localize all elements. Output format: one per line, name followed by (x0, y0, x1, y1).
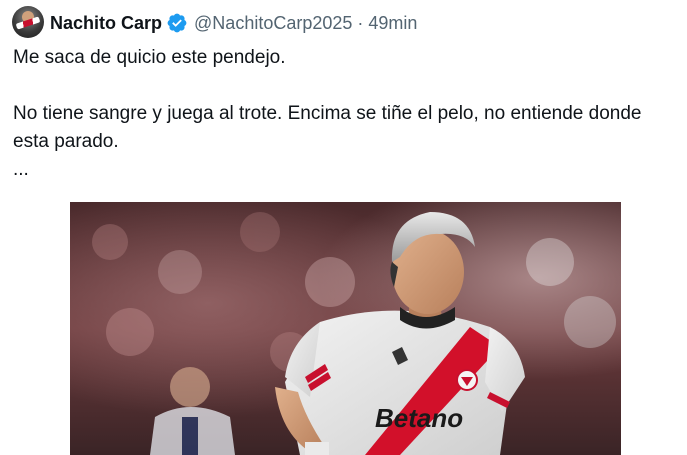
football-player-photo: Betano (70, 202, 621, 455)
tweet-line-1: Me saca de quicio este pendejo. (13, 47, 286, 68)
tweet-photo[interactable]: Betano (70, 202, 621, 455)
tweet-header: Nachito Carp @NachitoCarp2025 · 49min (50, 10, 417, 36)
author-handle[interactable]: @NachitoCarp2025 (194, 13, 352, 34)
verified-badge-icon[interactable] (166, 12, 188, 34)
tweet-line-2: No tiene sangre y juega al trote. Encima… (13, 103, 642, 152)
avatar[interactable] (12, 6, 44, 38)
separator-dot: · (357, 12, 364, 33)
tweet-line-3: ... (13, 159, 29, 180)
tweet-card[interactable]: Nachito Carp @NachitoCarp2025 · 49min Me… (0, 0, 687, 455)
author-name[interactable]: Nachito Carp (50, 13, 162, 34)
tweet-text: Me saca de quicio este pendejo. No tiene… (13, 44, 673, 184)
jersey-sponsor-text: Betano (375, 403, 463, 433)
timestamp[interactable]: 49min (368, 13, 417, 34)
